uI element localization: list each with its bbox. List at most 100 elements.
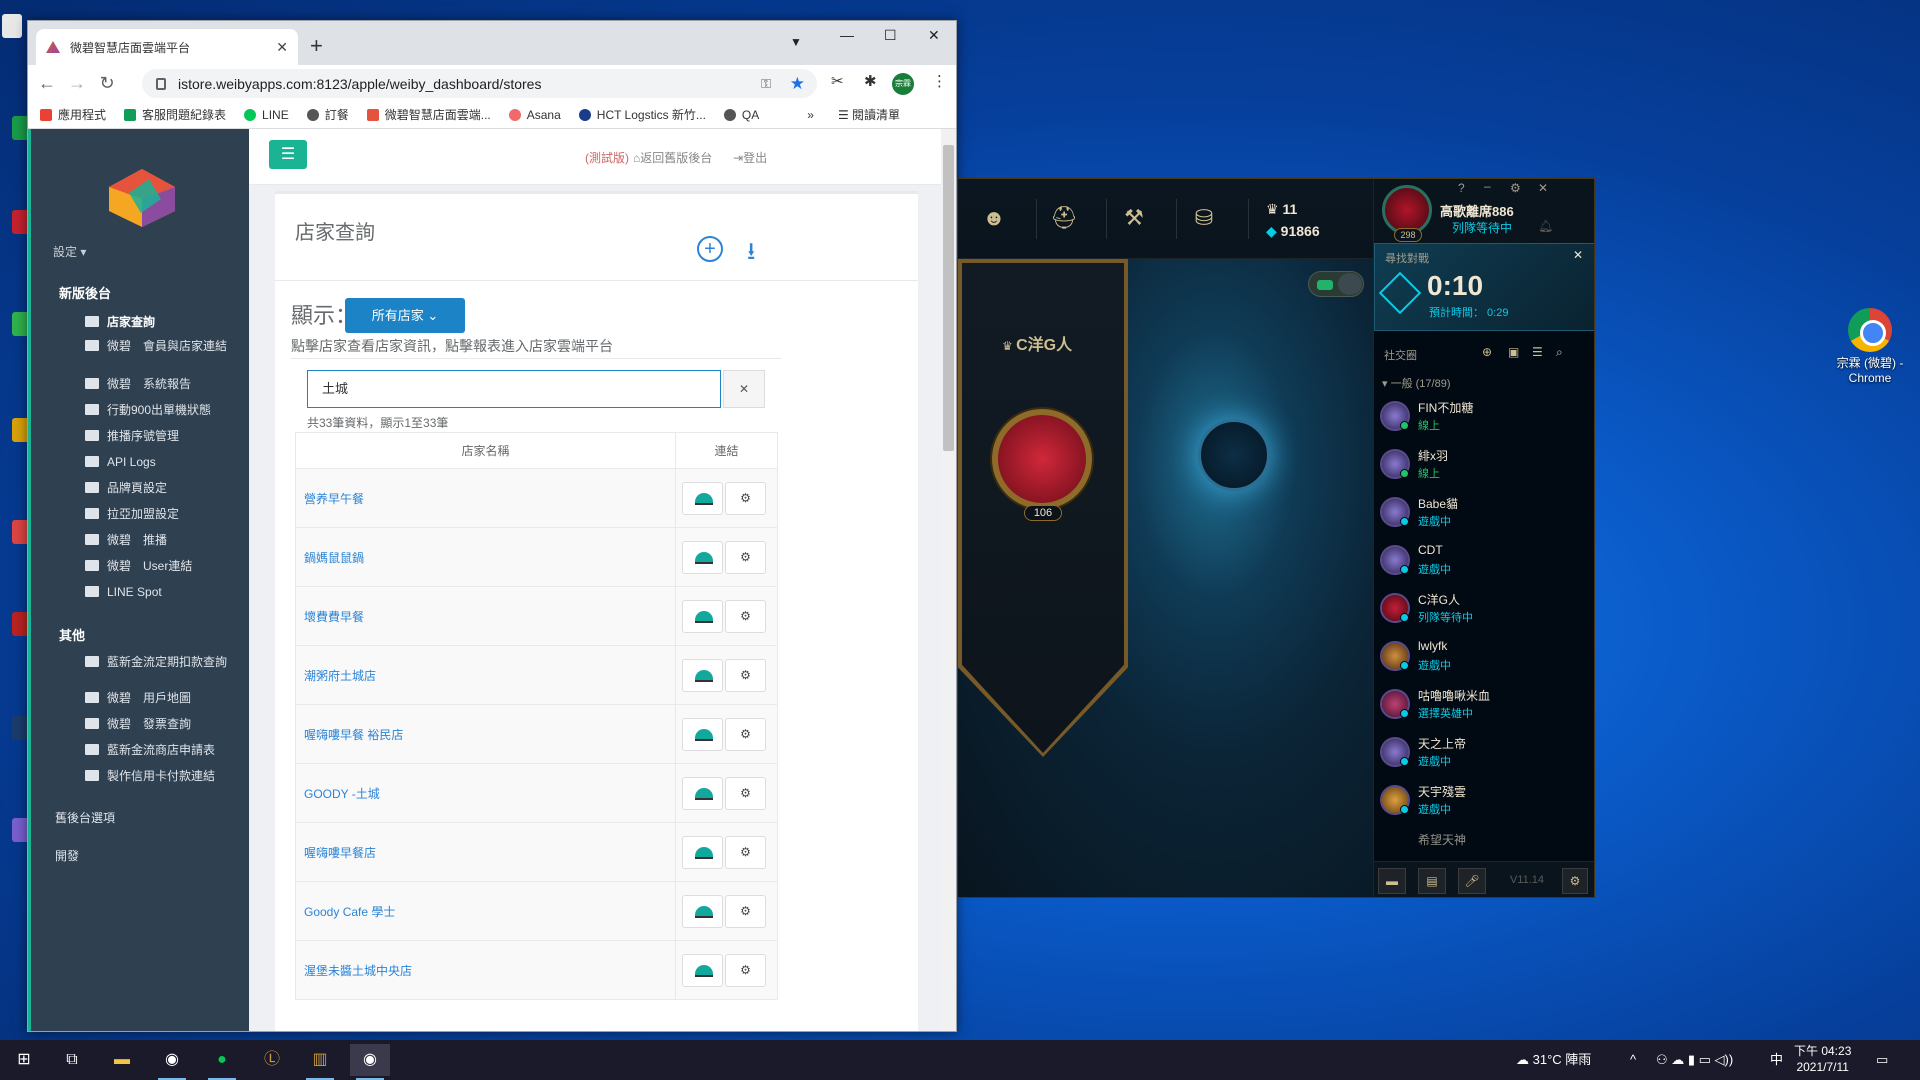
party-toggle[interactable] — [1308, 271, 1364, 297]
bookmark-item[interactable]: QA — [723, 108, 759, 122]
league-client-taskbar-icon[interactable]: ▥ — [300, 1044, 340, 1080]
close-window-button[interactable]: ✕ — [928, 27, 940, 44]
friend-item[interactable]: 天宇殘雲 遊戲中 — [1380, 775, 1590, 823]
clock[interactable]: 下午 04:23 2021/7/11 — [1794, 1043, 1851, 1075]
sidebar-item-member-link[interactable]: 微碧 會員與店家連結 — [85, 339, 245, 353]
settings-gear-button[interactable]: ⚙ — [725, 481, 766, 515]
store-name-link[interactable]: Goody Cafe 學士 — [295, 881, 676, 941]
loot-nav-icon[interactable]: ⚒ — [1120, 205, 1148, 231]
bookmarks-overflow-icon[interactable]: » — [807, 108, 814, 122]
settings-dropdown[interactable]: 設定 ▾ — [53, 243, 86, 260]
help-icon[interactable]: ? — [1458, 181, 1465, 195]
back-button[interactable]: ← — [32, 73, 62, 94]
scrollbar-thumb[interactable] — [943, 145, 954, 451]
task-view-icon[interactable]: ⧉ — [52, 1044, 92, 1076]
logout-link[interactable]: ⇥登出 — [733, 149, 767, 166]
settings-gear-button[interactable]: ⚙ — [725, 953, 766, 987]
chrome-taskbar-icon[interactable]: ◉ — [152, 1044, 192, 1080]
hamburger-menu-button[interactable]: ☰ — [269, 140, 307, 169]
sidebar-item-printer-status[interactable]: 行動900出單機狀態 — [85, 403, 245, 417]
settings-gear-button[interactable]: ⚙ — [725, 894, 766, 928]
puzzle-icon[interactable]: ✱ — [864, 72, 877, 90]
sidebar-item-api-logs[interactable]: API Logs — [85, 455, 245, 469]
weather-widget[interactable]: ☁ 31°C 陣雨 — [1516, 1040, 1591, 1080]
sidebar-item-user-map[interactable]: 微碧 用戶地圖 — [85, 691, 245, 705]
add-store-icon[interactable]: + — [697, 236, 723, 262]
minimize-icon[interactable]: – — [1484, 179, 1491, 193]
cloud-platform-button[interactable] — [682, 894, 723, 928]
tray-overflow-icon[interactable]: ^ — [1630, 1040, 1636, 1080]
league-taskbar-icon[interactable]: Ⓛ — [252, 1044, 292, 1076]
settings-gear-button[interactable]: ⚙ — [725, 717, 766, 751]
friend-item[interactable]: 緋x羽 線上 — [1380, 439, 1590, 487]
search-input[interactable]: 土城 — [307, 370, 721, 408]
maximize-button[interactable]: ☐ — [884, 27, 897, 44]
cloud-platform-button[interactable] — [682, 540, 723, 574]
cloud-platform-button[interactable] — [682, 481, 723, 515]
extension-icon[interactable]: ✂ — [831, 72, 844, 90]
url-bar[interactable]: istore.weibyapps.com:8123/apple/weiby_da… — [142, 69, 817, 98]
notification-bell-icon[interactable]: 🔔︎ — [1538, 219, 1553, 233]
tray-icons[interactable]: ⚇ ☁ ▮ ▭ ◁)) — [1656, 1040, 1733, 1080]
bookmark-item[interactable]: Asana — [508, 108, 561, 122]
cloud-platform-button[interactable] — [682, 658, 723, 692]
bookmark-item[interactable]: HCT Logstics 新竹... — [578, 106, 706, 123]
minimize-button[interactable]: — — [840, 27, 854, 43]
player-avatar[interactable]: 298 — [1382, 185, 1432, 242]
download-icon[interactable]: ⭳ — [747, 234, 755, 275]
voice-mic-icon[interactable]: 🎤︎ — [1458, 868, 1486, 894]
cloud-platform-button[interactable] — [682, 776, 723, 810]
sidebar-item-card-link[interactable]: 製作信用卡付款連結 — [85, 769, 245, 783]
add-friend-icon[interactable]: ⊕ — [1482, 345, 1492, 359]
sidebar-item-store-query[interactable]: 店家查詢 — [85, 315, 245, 329]
desktop-icon-partial[interactable] — [2, 14, 22, 38]
list-view-icon[interactable]: ☰ — [1532, 345, 1543, 359]
cloud-platform-button[interactable] — [682, 953, 723, 987]
close-tab-icon[interactable]: ✕ — [276, 39, 288, 56]
settings-gear-button[interactable]: ⚙ — [725, 835, 766, 869]
key-icon[interactable]: ⚿ — [761, 76, 771, 92]
sidebar-dev[interactable]: 開發 — [55, 847, 79, 864]
store-name-link[interactable]: 營养早午餐 — [295, 468, 676, 528]
forward-button[interactable]: → — [62, 73, 92, 94]
cloud-platform-button[interactable] — [682, 835, 723, 869]
friend-item[interactable]: CDT 遊戲中 — [1380, 535, 1590, 583]
friend-item[interactable]: 希望天神 — [1380, 823, 1590, 853]
close-icon[interactable]: ✕ — [1538, 181, 1548, 195]
friend-item[interactable]: lwlyfk 遊戲中 — [1380, 631, 1590, 679]
bookmark-item[interactable]: 訂餐 — [306, 106, 349, 123]
chat-icon[interactable]: ▬ — [1378, 868, 1406, 894]
profile-avatar[interactable]: 宗霖 — [892, 73, 914, 95]
store-nav-icon[interactable]: ⛁ — [1190, 205, 1218, 231]
friend-item[interactable]: 天之上帝 遊戲中 — [1380, 727, 1590, 775]
sidebar-item-newebpay-apply[interactable]: 藍新金流商店申請表 — [85, 743, 245, 757]
store-name-link[interactable]: 壞費費早餐 — [295, 586, 676, 646]
bookmark-apps[interactable]: 應用程式 — [40, 106, 106, 123]
store-name-link[interactable]: 喔嗨嘍早餐店 — [295, 822, 676, 882]
store-name-link[interactable]: 潮粥府土城店 — [295, 645, 676, 705]
store-filter-dropdown[interactable]: 所有店家 ⌄ — [345, 298, 465, 333]
friend-item[interactable]: 咕嚕嚕啾米血 選擇英雄中 — [1380, 679, 1590, 727]
sidebar-item-brand-page[interactable]: 品牌頁設定 — [85, 481, 245, 495]
friend-item[interactable]: C洋G人 列隊等待中 — [1380, 583, 1590, 631]
settings-gear-button[interactable]: ⚙ — [725, 540, 766, 574]
settings-gear-icon[interactable]: ⚙ — [1562, 868, 1588, 894]
sidebar-legacy-options[interactable]: 舊後台選項 — [55, 809, 115, 826]
profile-nav-icon[interactable]: ☻ — [980, 205, 1008, 231]
bookmark-item[interactable]: 客服問題紀錄表 — [124, 106, 226, 123]
ime-indicator[interactable]: 中 — [1770, 1040, 1783, 1080]
sidebar-item-line-spot[interactable]: LINE Spot — [85, 585, 245, 599]
cancel-queue-icon[interactable]: ✕ — [1573, 248, 1583, 262]
settings-gear-button[interactable]: ⚙ — [725, 599, 766, 633]
sidebar-item-push[interactable]: 微碧 推播 — [85, 533, 245, 547]
sidebar-item-invoice-query[interactable]: 微碧 發票查詢 — [85, 717, 245, 731]
store-name-link[interactable]: 渥堡未醬土城中央店 — [295, 940, 676, 1000]
bookmark-item[interactable]: LINE — [244, 108, 289, 122]
tab-search-icon[interactable]: ▼ — [790, 35, 802, 49]
friend-group-header[interactable]: ▾ 一般 (17/89) — [1382, 375, 1451, 391]
sidebar-item-franchise[interactable]: 拉亞加盟設定 — [85, 507, 245, 521]
sidebar-item-push-serial[interactable]: 推播序號管理 — [85, 429, 245, 443]
add-folder-icon[interactable]: ▣ — [1508, 345, 1519, 359]
friend-item[interactable]: FIN不加糖 線上 — [1380, 391, 1590, 439]
reading-list[interactable]: ☰ 閱讀清單 — [838, 106, 900, 123]
